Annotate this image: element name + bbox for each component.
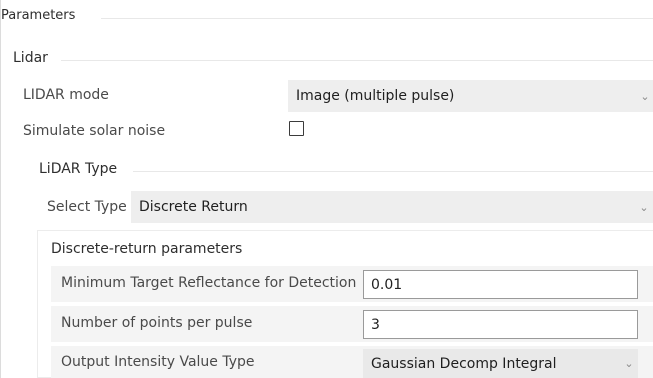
intensity-type-label: Output Intensity Value Type	[61, 354, 255, 370]
parameters-divider	[101, 18, 653, 19]
parameters-panel: Parameters Lidar LIDAR mode Image (multi…	[0, 0, 653, 378]
select-type-value: Discrete Return	[139, 199, 248, 215]
parameters-title: Parameters	[1, 8, 76, 23]
lidar-divider	[61, 60, 653, 61]
intensity-type-value: Gaussian Decomp Integral	[371, 355, 557, 372]
lidar-mode-value: Image (multiple pulse)	[296, 88, 455, 104]
lidar-type-section-title: LiDAR Type	[39, 161, 118, 177]
solar-noise-label: Simulate solar noise	[23, 123, 166, 139]
select-type-label: Select Type	[47, 199, 127, 215]
min-reflectance-label: Minimum Target Reflectance for Detection	[61, 275, 357, 291]
points-per-pulse-label: Number of points per pulse	[61, 315, 253, 331]
select-type-dropdown[interactable]: Discrete Return ⌄	[131, 191, 653, 223]
points-per-pulse-input[interactable]: 3	[363, 310, 638, 339]
discrete-return-title: Discrete-return parameters	[51, 241, 243, 257]
chevron-down-icon: ⌄	[640, 89, 650, 103]
lidar-type-divider	[133, 171, 653, 172]
solar-noise-checkbox[interactable]	[289, 121, 304, 136]
chevron-down-icon: ⌄	[624, 357, 634, 370]
intensity-type-dropdown[interactable]: Gaussian Decomp Integral ⌄	[363, 349, 638, 378]
min-reflectance-input[interactable]: 0.01	[363, 270, 638, 299]
lidar-section-title: Lidar	[13, 50, 48, 66]
lidar-mode-dropdown[interactable]: Image (multiple pulse) ⌄	[288, 80, 653, 112]
lidar-mode-label: LIDAR mode	[23, 87, 109, 103]
chevron-down-icon: ⌄	[639, 200, 649, 214]
